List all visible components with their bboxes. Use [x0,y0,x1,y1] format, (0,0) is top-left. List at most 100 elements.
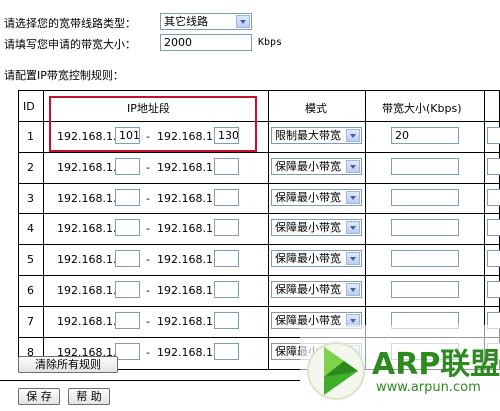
row-id: 4 [27,222,34,235]
extra-column-input[interactable] [487,127,500,144]
watermark: ARP联盟 www.arpun.com [300,325,500,411]
bandwidth-unit: Kbps [258,37,283,48]
ip-prefix-start: 192.168.1. [57,222,117,235]
row-id: 1 [27,130,34,143]
watermark-url: www.arpun.com [376,380,481,395]
ip-end-input[interactable] [214,250,239,267]
row-id: 7 [27,315,34,328]
table-column-divider [268,91,269,369]
chevron-down-icon [346,221,360,234]
ip-prefix-end: 192.168.1. [157,253,217,266]
bandwidth-row-input[interactable] [391,189,459,206]
ip-start-input[interactable] [115,219,140,236]
watermark-brand: ARP联盟 [372,347,500,382]
ip-prefix-end: 192.168.1. [157,192,217,205]
row-id: 2 [27,161,34,174]
line-type-select[interactable]: 其它线路 [160,13,252,30]
mode-select[interactable]: 保障最小带宽 [271,189,362,206]
bandwidth-row-input[interactable]: 20 [391,127,459,144]
ip-start-input[interactable] [115,343,140,360]
ip-start-input[interactable] [115,312,140,329]
chevron-down-icon [346,129,360,142]
bandwidth-row-input[interactable] [391,250,459,267]
extra-column-input[interactable] [487,189,500,206]
table-row-divider [19,152,499,153]
extra-column-input[interactable] [487,219,500,236]
ip-prefix-end: 192.168.1. [157,284,217,297]
save-button[interactable]: 保 存 [18,388,60,405]
mode-select[interactable]: 保障最小带宽 [271,219,362,236]
ip-range-dash: - [146,222,150,235]
ip-range-dash: - [146,284,150,297]
header-bandwidth: 带宽大小(Kbps) [382,102,462,115]
ip-start-input[interactable] [115,250,140,267]
mode-value: 保障最小带宽 [275,160,341,173]
mode-select[interactable]: 保障最小带宽 [271,158,362,175]
ip-range-dash: - [146,161,150,174]
play-logo-icon [307,342,365,400]
mode-value: 保障最小带宽 [275,252,341,265]
mode-value: 保障最小带宽 [275,191,341,204]
ip-range-dash: - [146,192,150,205]
ip-end-input[interactable] [214,189,239,206]
bandwidth-row-input[interactable] [391,281,459,298]
ip-end-input[interactable] [214,219,239,236]
ip-start-input[interactable] [115,189,140,206]
table-column-divider [43,91,44,369]
rules-label: 请配置IP带宽控制规则： [4,69,124,82]
row-id: 5 [27,253,34,266]
bandwidth-row-value: 20 [395,129,409,142]
extra-column-input[interactable] [487,158,500,175]
ip-prefix-end: 192.168.1. [157,346,217,359]
ip-range-dash: - [146,315,150,328]
table-row-divider [19,183,499,184]
chevron-down-icon [236,15,250,28]
table-row-divider [19,275,499,276]
ip-prefix-start: 192.168.1. [57,315,117,328]
chevron-down-icon [346,160,360,173]
extra-column-input[interactable] [487,250,500,267]
line-type-label: 请选择您的宽带线路类型： [4,17,136,30]
ip-start-input[interactable] [115,158,140,175]
ip-prefix-end: 192.168.1. [157,222,217,235]
table-row-divider [19,213,499,214]
table-row-divider [19,244,499,245]
ip-prefix-end: 192.168.1. [157,315,217,328]
chevron-down-icon [346,283,360,296]
clear-rules-button[interactable]: 清除所有规则 [18,356,118,373]
highlight-box [49,96,257,152]
mode-select[interactable]: 限制最大带宽 [271,127,362,144]
ip-end-input[interactable] [214,343,239,360]
chevron-down-icon [346,191,360,204]
row-id: 6 [27,284,34,297]
row-id: 3 [27,192,34,205]
mode-value: 限制最大带宽 [275,129,341,142]
mode-select[interactable]: 保障最小带宽 [271,250,362,267]
ip-prefix-start: 192.168.1. [57,192,117,205]
chevron-down-icon [346,252,360,265]
table-row-divider [19,306,499,307]
ip-prefix-start: 192.168.1. [57,284,117,297]
ip-range-dash: - [146,346,150,359]
line-type-value: 其它线路 [164,15,208,28]
ip-start-input[interactable] [115,281,140,298]
ip-range-dash: - [146,253,150,266]
mode-value: 保障最小带宽 [275,221,341,234]
bandwidth-row-input[interactable] [391,158,459,175]
ip-end-input[interactable] [214,281,239,298]
extra-column-input[interactable] [487,281,500,298]
mode-value: 保障最小带宽 [275,283,341,296]
bandwidth-row-input[interactable] [391,219,459,236]
mode-select[interactable]: 保障最小带宽 [271,281,362,298]
ip-prefix-start: 192.168.1. [57,161,117,174]
bandwidth-input[interactable]: 2000 [160,34,252,51]
ip-end-input[interactable] [214,312,239,329]
ip-end-input[interactable] [214,158,239,175]
divider [0,380,300,381]
header-id: ID [23,100,35,113]
bandwidth-label: 请填写您申请的带宽大小： [4,38,136,51]
help-button[interactable]: 帮 助 [68,388,110,405]
header-mode: 模式 [305,102,327,115]
ip-prefix-end: 192.168.1. [157,161,217,174]
ip-prefix-start: 192.168.1. [57,253,117,266]
